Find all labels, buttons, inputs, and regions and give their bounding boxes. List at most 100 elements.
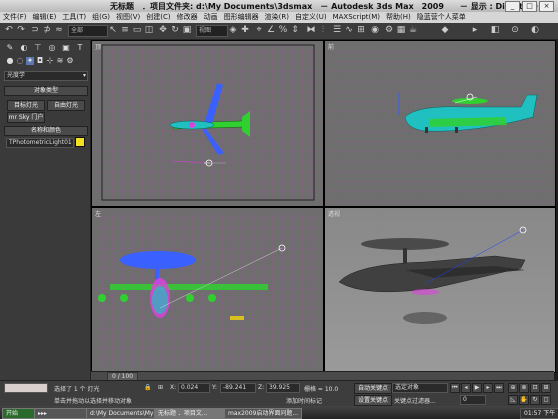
curve-editor-icon[interactable]: ∿	[344, 25, 354, 36]
mr-sky-portal-button[interactable]: mr Sky 门户	[7, 112, 45, 123]
select-rotate-icon[interactable]: ↻	[170, 25, 180, 36]
current-frame-field[interactable]: 0	[460, 395, 486, 405]
spacewarps-icon[interactable]: ≋	[56, 57, 64, 65]
render-frame-icon[interactable]: ▦	[396, 25, 406, 36]
material-editor-icon[interactable]: ◉	[370, 25, 380, 36]
menu-file[interactable]: 文件(F)	[0, 12, 30, 23]
extra-tool-2-icon[interactable]: ▸	[470, 25, 480, 36]
maximize-viewport-icon[interactable]: ◻	[541, 395, 551, 405]
x-coordinate-field[interactable]: 0.024	[178, 383, 210, 393]
modify-tab-icon[interactable]: ◐	[20, 44, 28, 52]
helpers-icon[interactable]: ⊹	[46, 57, 54, 65]
angle-snap-icon[interactable]: ∠	[266, 25, 276, 36]
select-by-name-icon[interactable]: ≡	[120, 25, 130, 36]
bind-spacewarp-icon[interactable]: ≈	[54, 25, 64, 36]
go-to-end-icon[interactable]: ⏭	[494, 383, 504, 393]
object-name-field[interactable]: TPhotometricLight01	[6, 138, 74, 148]
target-light-button[interactable]: 目标灯光	[7, 100, 45, 111]
manipulate-icon[interactable]: ✚	[240, 25, 250, 36]
zoom-extents-icon[interactable]: ⊡	[530, 383, 540, 393]
extra-tool-4-icon[interactable]: ⊙	[510, 25, 520, 36]
cameras-icon[interactable]: ◘	[36, 57, 44, 65]
viewport-top-label[interactable]: 顶	[95, 42, 101, 51]
window-crossing-icon[interactable]: ◫	[144, 25, 154, 36]
viewport-left[interactable]: 左	[91, 207, 324, 373]
align-icon[interactable]: ⫶	[318, 25, 328, 36]
maximize-button[interactable]: □	[522, 1, 537, 12]
menu-animation[interactable]: 动画	[201, 12, 221, 23]
orbit-icon[interactable]: ↻	[530, 395, 540, 405]
geometry-icon[interactable]: ●	[6, 57, 14, 65]
viewport-persp-label[interactable]: 透视	[328, 209, 340, 218]
pivot-center-icon[interactable]: ◈	[228, 25, 238, 36]
viewport-perspective[interactable]: 透视	[324, 207, 556, 373]
lights-icon[interactable]: ✦	[26, 57, 34, 65]
fov-icon[interactable]: ◺	[508, 395, 518, 405]
absolute-mode-icon[interactable]: ⊞	[158, 384, 163, 391]
previous-frame-icon[interactable]: ◂	[461, 383, 471, 393]
menu-maxscript[interactable]: MAXScript(M)	[330, 12, 383, 23]
hierarchy-tab-icon[interactable]: ⊤	[34, 44, 42, 52]
zoom-icon[interactable]: ⊕	[508, 383, 518, 393]
auto-key-button[interactable]: 自动关键点	[354, 383, 392, 394]
link-icon[interactable]: ⊃	[30, 25, 40, 36]
menu-create[interactable]: 创建(C)	[143, 12, 173, 23]
quick-render-icon[interactable]: ☕	[408, 25, 418, 36]
key-filters-button[interactable]: 关键点过滤器...	[394, 396, 436, 405]
viewport-left-label[interactable]: 左	[95, 209, 101, 218]
menu-customize[interactable]: 自定义(U)	[292, 12, 330, 23]
undo-icon[interactable]: ↶	[4, 25, 14, 36]
layer-manager-icon[interactable]: ☰	[332, 25, 342, 36]
menu-modifiers[interactable]: 修改器	[174, 12, 201, 23]
create-tab-icon[interactable]: ✎	[6, 44, 14, 52]
zoom-all-icon[interactable]: ⊗	[519, 383, 529, 393]
set-key-button[interactable]: 设置关键点	[354, 395, 392, 406]
redo-icon[interactable]: ↷	[16, 25, 26, 36]
menu-help[interactable]: 帮助(H)	[383, 12, 414, 23]
maxscript-listener-field[interactable]	[4, 383, 48, 393]
snaps-toggle-icon[interactable]: ⌖	[254, 25, 264, 36]
light-category-dropdown[interactable]: 光度学 ▾	[4, 71, 88, 81]
next-frame-icon[interactable]: ▸	[483, 383, 493, 393]
shapes-icon[interactable]: ◌	[16, 57, 24, 65]
menu-graph-editors[interactable]: 图形编辑器	[221, 12, 262, 23]
lock-selection-icon[interactable]: 🔒	[144, 384, 151, 391]
quick-launch[interactable]: ▸▸▸	[34, 408, 90, 419]
extra-tool-3-icon[interactable]: ◧	[490, 25, 500, 36]
zoom-extents-all-icon[interactable]: ⊞	[541, 383, 551, 393]
ref-coord-dropdown[interactable]: 视图	[196, 25, 228, 37]
menu-personal[interactable]: 隐蓝营个人菜单	[414, 12, 469, 23]
task-browser[interactable]: max2009启动界面问题...	[224, 408, 302, 419]
unlink-icon[interactable]: ⊅	[42, 25, 52, 36]
percent-snap-icon[interactable]: %	[278, 25, 288, 36]
display-tab-icon[interactable]: ▣	[62, 44, 70, 52]
extra-tool-5-icon[interactable]: ◐	[530, 25, 540, 36]
render-setup-icon[interactable]: ⚙	[384, 25, 394, 36]
systems-icon[interactable]: ⚙	[66, 57, 74, 65]
object-color-swatch[interactable]	[75, 137, 85, 147]
viewport-top[interactable]: 顶	[91, 40, 324, 207]
object-type-rollout[interactable]: 对象类型	[4, 86, 88, 96]
selection-filter-dropdown[interactable]: 全部	[68, 25, 108, 37]
menu-group[interactable]: 组(G)	[89, 12, 113, 23]
rect-selection-icon[interactable]: ▭	[132, 25, 142, 36]
close-button[interactable]: ×	[539, 1, 554, 12]
schematic-view-icon[interactable]: ⊞	[356, 25, 366, 36]
menu-tools[interactable]: 工具(T)	[59, 12, 89, 23]
pan-icon[interactable]: ✋	[519, 395, 529, 405]
task-3dsmax[interactable]: 无标题 ．项目文...	[154, 408, 228, 419]
play-icon[interactable]: ▶	[472, 383, 482, 393]
select-scale-icon[interactable]: ▣	[182, 25, 192, 36]
motion-tab-icon[interactable]: ◎	[48, 44, 56, 52]
name-color-rollout[interactable]: 名称和颜色	[4, 126, 88, 136]
z-coordinate-field[interactable]: 39.925	[266, 383, 300, 393]
viewport-front[interactable]: 前	[324, 40, 556, 207]
mirror-icon[interactable]: ⧓	[306, 25, 316, 36]
menu-views[interactable]: 视图(V)	[113, 12, 143, 23]
task-my-documents[interactable]: d:\My Documents\My ...	[86, 408, 158, 419]
start-button[interactable]: 开始	[2, 408, 36, 419]
free-light-button[interactable]: 自由灯光	[47, 100, 85, 111]
select-move-icon[interactable]: ✥	[158, 25, 168, 36]
menu-rendering[interactable]: 渲染(R)	[262, 12, 292, 23]
utilities-tab-icon[interactable]: T	[76, 44, 84, 52]
